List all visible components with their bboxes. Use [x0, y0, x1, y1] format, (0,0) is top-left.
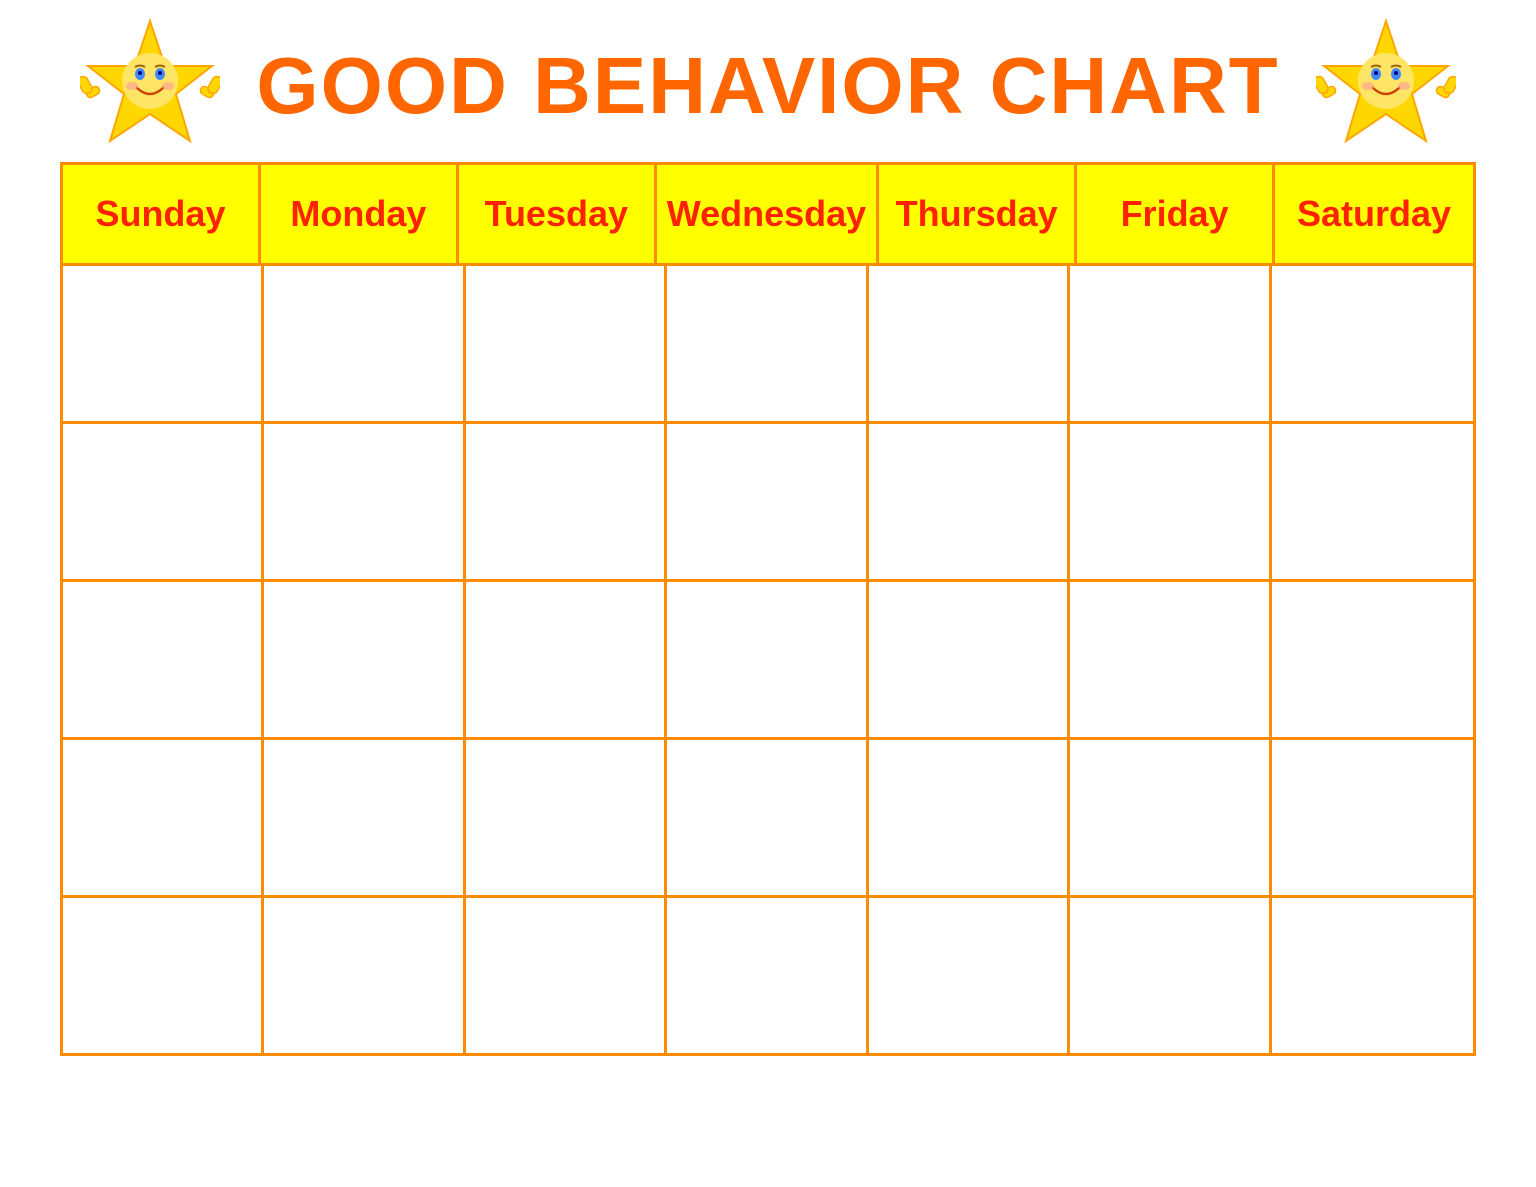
- day-header-saturday: Saturday: [1275, 165, 1473, 263]
- grid-row: [63, 898, 1473, 1053]
- grid-row: [63, 740, 1473, 898]
- grid-cell[interactable]: [264, 740, 465, 895]
- grid-cell[interactable]: [63, 424, 264, 579]
- days-header-row: SundayMondayTuesdayWednesdayThursdayFrid…: [63, 165, 1473, 266]
- grid-row: [63, 424, 1473, 582]
- day-header-tuesday: Tuesday: [459, 165, 657, 263]
- grid-cell[interactable]: [63, 898, 264, 1053]
- behavior-chart: SundayMondayTuesdayWednesdayThursdayFrid…: [60, 162, 1476, 1056]
- grid-cell[interactable]: [63, 740, 264, 895]
- grid-cell[interactable]: [466, 424, 667, 579]
- grid-cell[interactable]: [1272, 266, 1473, 421]
- grid-row: [63, 582, 1473, 740]
- grid-cell[interactable]: [63, 266, 264, 421]
- grid-cell[interactable]: [869, 424, 1070, 579]
- day-header-wednesday: Wednesday: [657, 165, 879, 263]
- page-title: GOOD BEHAVIOR CHART: [256, 40, 1279, 132]
- grid-cell[interactable]: [264, 898, 465, 1053]
- star-left-icon: [80, 16, 220, 156]
- grid-cell[interactable]: [264, 582, 465, 737]
- grid-cell[interactable]: [466, 740, 667, 895]
- star-right-icon: [1316, 16, 1456, 156]
- grid-cell[interactable]: [1272, 424, 1473, 579]
- day-header-monday: Monday: [261, 165, 459, 263]
- grid-cell[interactable]: [466, 266, 667, 421]
- day-header-sunday: Sunday: [63, 165, 261, 263]
- grid-row: [63, 266, 1473, 424]
- grid-cell[interactable]: [1070, 898, 1271, 1053]
- grid-cell[interactable]: [667, 582, 868, 737]
- grid-cell[interactable]: [667, 898, 868, 1053]
- grid-cell[interactable]: [869, 740, 1070, 895]
- grid-cell[interactable]: [1070, 266, 1271, 421]
- chart-grid: [63, 266, 1473, 1053]
- grid-cell[interactable]: [264, 266, 465, 421]
- grid-cell[interactable]: [667, 424, 868, 579]
- grid-cell[interactable]: [869, 582, 1070, 737]
- grid-cell[interactable]: [63, 582, 264, 737]
- grid-cell[interactable]: [1070, 740, 1271, 895]
- grid-cell[interactable]: [667, 266, 868, 421]
- grid-cell[interactable]: [264, 424, 465, 579]
- day-header-friday: Friday: [1077, 165, 1275, 263]
- day-header-thursday: Thursday: [879, 165, 1077, 263]
- grid-cell[interactable]: [1070, 582, 1271, 737]
- grid-cell[interactable]: [667, 740, 868, 895]
- grid-cell[interactable]: [1272, 898, 1473, 1053]
- page-header: GOOD BEHAVIOR CHART: [60, 40, 1476, 132]
- grid-cell[interactable]: [466, 582, 667, 737]
- grid-cell[interactable]: [1272, 582, 1473, 737]
- grid-cell[interactable]: [869, 266, 1070, 421]
- grid-cell[interactable]: [466, 898, 667, 1053]
- grid-cell[interactable]: [1272, 740, 1473, 895]
- grid-cell[interactable]: [1070, 424, 1271, 579]
- grid-cell[interactable]: [869, 898, 1070, 1053]
